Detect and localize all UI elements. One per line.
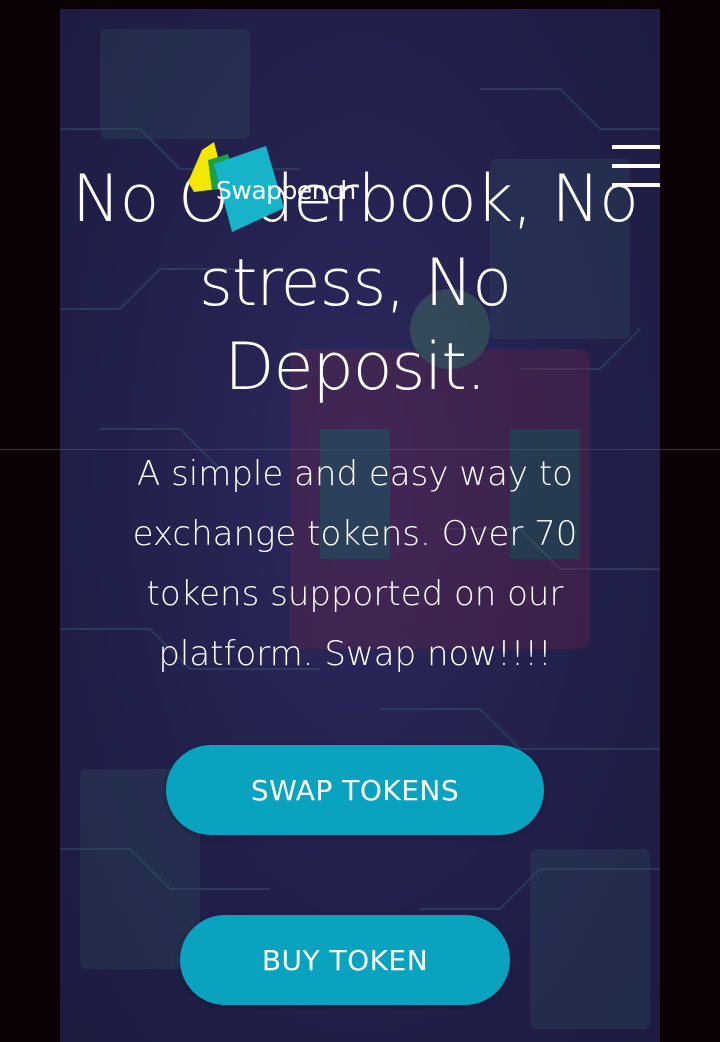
menu-bar-bottom: [612, 183, 660, 187]
logo-text: Swapbench: [216, 176, 356, 205]
swap-tokens-button[interactable]: SWAP TOKENS: [166, 745, 544, 835]
hamburger-menu-icon[interactable]: [612, 145, 660, 187]
menu-bar-middle: [612, 164, 660, 168]
hero-subtext: A simple and easy way to exchange tokens…: [132, 454, 578, 674]
menu-bar-top: [612, 145, 660, 149]
brand-logo[interactable]: Swapbench: [188, 140, 388, 235]
buy-token-button[interactable]: BUY TOKEN: [180, 915, 510, 1005]
